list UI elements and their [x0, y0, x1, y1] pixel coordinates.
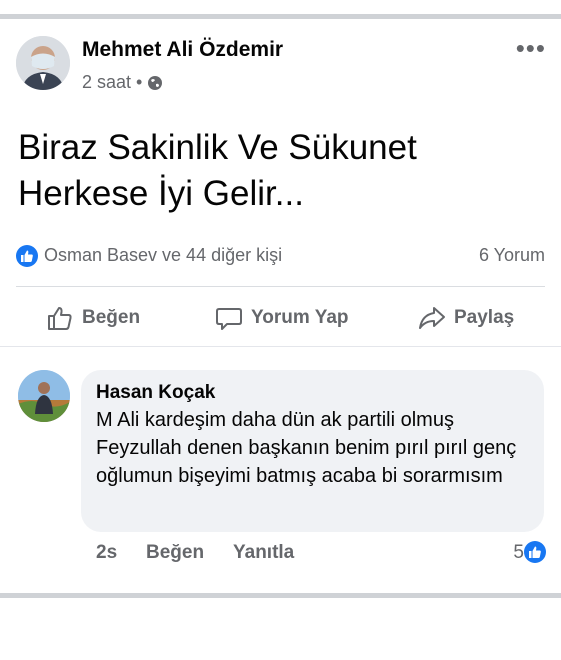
- like-icon[interactable]: [524, 541, 546, 563]
- share-button-label: Paylaş: [454, 307, 515, 328]
- comment-bubble: Hasan Koçak M Ali kardeşim daha dün ak p…: [81, 370, 544, 532]
- more-options-icon[interactable]: •••: [516, 35, 546, 61]
- post-time[interactable]: 2 saat: [82, 72, 131, 93]
- comment-actions: 2s Beğen Yanıtla 5: [96, 540, 546, 568]
- comment-text: M Ali kardeşim daha dün ak partili olmuş…: [96, 409, 517, 487]
- divider: [16, 286, 545, 287]
- post-header: Mehmet Ali Özdemir 2 saat • •••: [16, 35, 546, 98]
- meta-dot: •: [136, 72, 143, 92]
- thumbs-up-icon: [48, 307, 72, 330]
- commenter-name[interactable]: Hasan Koçak: [96, 382, 215, 404]
- comment-count[interactable]: 6 Yorum: [479, 245, 545, 266]
- comment-reply-button[interactable]: Yanıtla: [233, 542, 294, 564]
- comment-time[interactable]: 2s: [96, 542, 117, 564]
- post-text-line: Biraz Sakinlik Ve Sükunet: [18, 128, 417, 167]
- divider: [0, 346, 561, 347]
- comment-button[interactable]: Yorum Yap: [215, 298, 349, 338]
- like-icon[interactable]: [16, 245, 38, 267]
- post-text-line: Herkese İyi Gelir...: [18, 174, 304, 213]
- reactions-summary[interactable]: Osman Basev ve 44 diğer kişi: [44, 245, 282, 266]
- post-actions: Beğen Yorum Yap Paylaş: [16, 298, 545, 338]
- comment-reaction-count[interactable]: 5: [513, 542, 524, 564]
- comment-like-button[interactable]: Beğen: [146, 542, 204, 564]
- speech-bubble-icon: [216, 308, 242, 330]
- share-arrow-icon: [419, 307, 445, 329]
- post-text: Biraz Sakinlik Ve Sükunet Herkese İyi Ge…: [18, 125, 538, 217]
- top-separator: [0, 14, 561, 19]
- like-button[interactable]: Beğen: [46, 298, 140, 338]
- author-avatar[interactable]: [16, 36, 70, 90]
- post-meta: 2 saat •: [82, 72, 163, 93]
- share-button[interactable]: Paylaş: [418, 298, 514, 338]
- comment-button-label: Yorum Yap: [251, 307, 349, 328]
- post-author-name[interactable]: Mehmet Ali Özdemir: [82, 38, 283, 62]
- commenter-avatar[interactable]: [18, 370, 70, 422]
- like-button-label: Beğen: [82, 307, 141, 328]
- bottom-separator: [0, 593, 561, 598]
- reactions-row: Osman Basev ve 44 diğer kişi 6 Yorum: [16, 243, 545, 269]
- globe-icon[interactable]: [147, 75, 163, 91]
